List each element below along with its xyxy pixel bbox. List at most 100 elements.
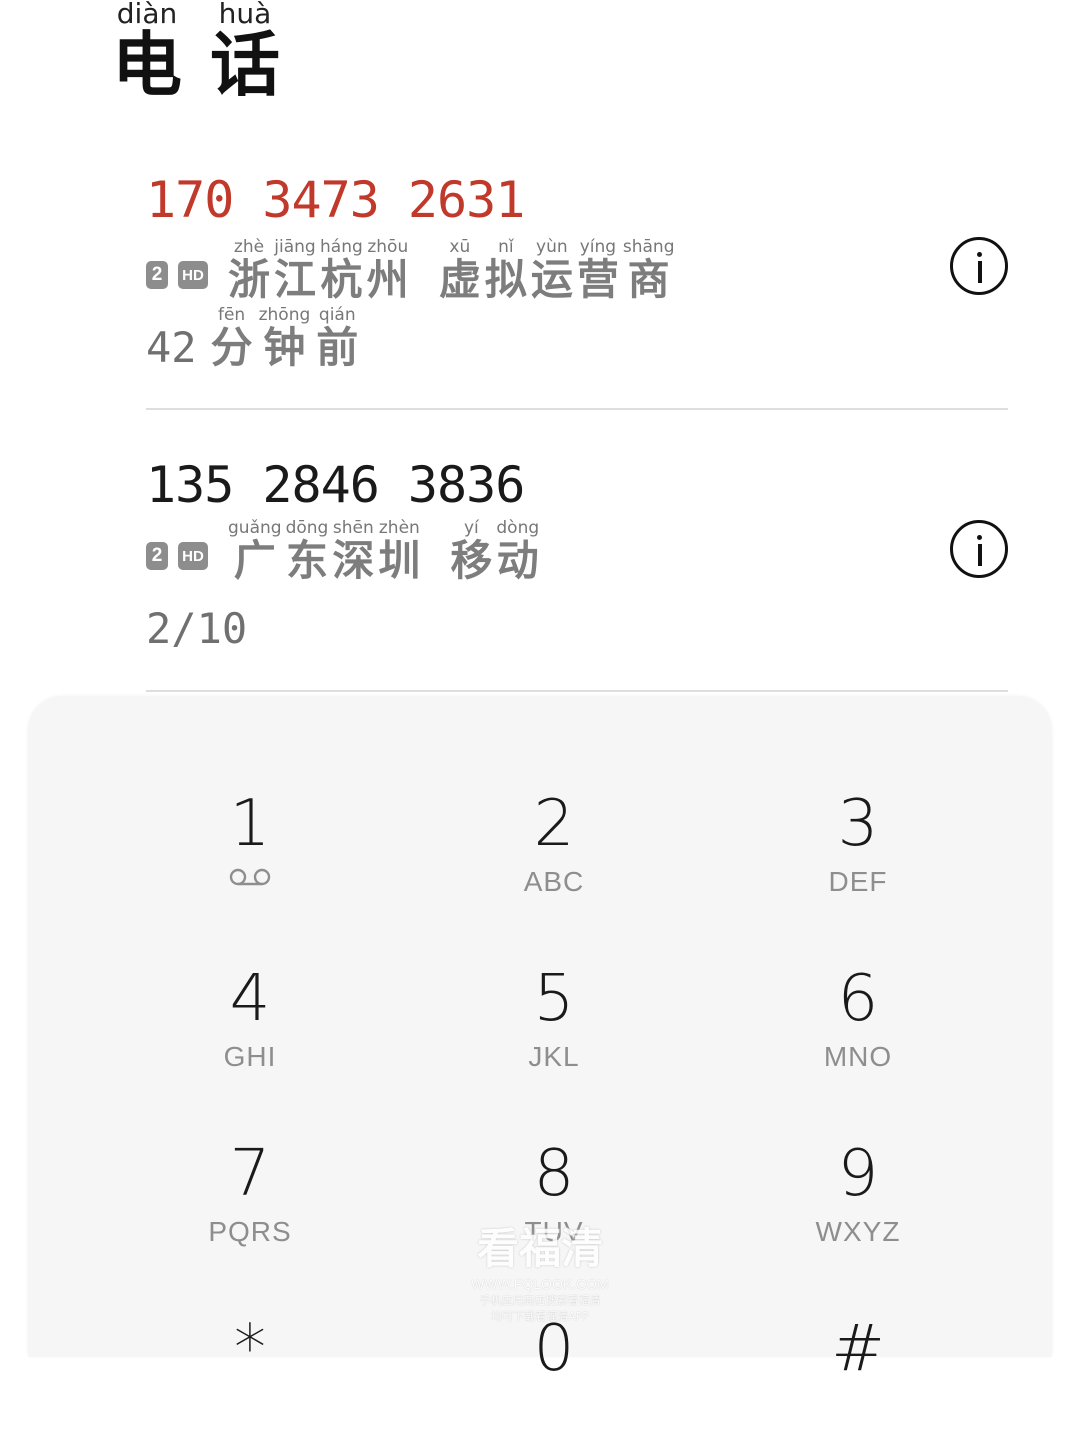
pinyin: shāng [622, 237, 675, 257]
ruby-char: dōng 东 [286, 520, 329, 582]
key-digit: 6 [837, 962, 879, 1036]
ruby-char: shāng 商 [623, 239, 675, 301]
info-icon[interactable] [950, 520, 1008, 578]
dialpad-key-2[interactable]: 2 ABC [404, 792, 704, 922]
sim-badges: 2 HD [146, 542, 208, 570]
key-digit: 1 [229, 787, 271, 861]
key-digit: 9 [837, 1137, 879, 1211]
voicemail-icon [229, 868, 271, 890]
hanzi: 圳 [378, 536, 421, 585]
ruby-char: zhè 浙 [228, 239, 270, 301]
hanzi: 广 [233, 536, 276, 585]
caller-location: zhè 浙 jiāng 江 háng 杭 zhōu 州 xū 虚 nǐ 拟 yùn 运 yíng 营 shāng… [228, 239, 675, 301]
call-log-item[interactable]: 135 2846 3836 2 HD guǎng 广 dōng 东 shēn 深 zhèn 圳… [146, 460, 1008, 650]
pinyin: yí [463, 518, 479, 538]
info-icon[interactable] [950, 237, 1008, 295]
key-letters: ABC [523, 866, 585, 897]
hanzi: 动 [496, 536, 539, 585]
pinyin: xū [449, 237, 471, 257]
sim-badges: 2 HD [146, 261, 208, 289]
hanzi: 杭 [320, 255, 363, 304]
hanzi: 分 [210, 323, 253, 372]
ruby-char: xū 虚 [439, 239, 481, 301]
hanzi: 运 [530, 255, 573, 304]
ruby-char: háng 杭 [320, 239, 363, 301]
hanzi: 钟 [263, 323, 306, 372]
title-char: huà 话 [210, 0, 280, 100]
hanzi: 电 [112, 23, 182, 106]
title-char: diàn 电 [112, 0, 182, 100]
key-letters: DEF [828, 866, 888, 897]
pinyin: fēn [217, 305, 246, 325]
sim-card-icon: 2 [146, 261, 168, 289]
dialpad-key-0[interactable]: 0 [404, 1317, 704, 1447]
hd-call-icon: HD [178, 542, 208, 570]
pinyin: yíng [579, 237, 617, 257]
ruby-char: yí 移 [450, 520, 492, 582]
ruby-char: nǐ 拟 [485, 239, 527, 301]
key-letters: GHI [223, 1041, 277, 1072]
ruby-char: zhōng 钟 [259, 307, 311, 369]
key-digit: 2 [533, 787, 575, 861]
caller-location: guǎng 广 dōng 东 shēn 深 zhèn 圳 yí 移 dòng 动 [228, 520, 539, 582]
hanzi: 州 [366, 255, 409, 304]
pinyin: qián [318, 305, 356, 325]
key-letters: WXYZ [815, 1216, 901, 1247]
dialpad-key-hash[interactable]: # [708, 1317, 1008, 1447]
hanzi: 虚 [438, 255, 481, 304]
pinyin: yùn [536, 237, 568, 257]
key-letters: MNO [823, 1041, 893, 1072]
dialpad: 1 2 ABC 3 DEF 4 GHI 5 JKL 6 MNO 7 PQRS 8 TUV 9 WXYZ * 0 # [28, 697, 1052, 1381]
hanzi: 移 [450, 536, 493, 585]
pinyin: dòng [496, 518, 540, 538]
ruby-char: jiāng 江 [274, 239, 316, 301]
sim-card-icon: 2 [146, 542, 168, 570]
pinyin: zhōng [258, 305, 311, 325]
call-time: 42 fēn 分 zhōng 钟 qián 前 [146, 307, 1008, 369]
call-log-item[interactable]: 170 3473 2631 2 HD zhè 浙 jiāng 江 háng 杭 zhōu 州 x… [146, 175, 1008, 369]
hanzi: 浙 [228, 255, 271, 304]
hanzi: 拟 [484, 255, 527, 304]
ruby-char: zhèn 圳 [378, 520, 420, 582]
dialpad-key-9[interactable]: 9 WXYZ [708, 1142, 1008, 1272]
dialpad-key-4[interactable]: 4 GHI [100, 967, 400, 1097]
hanzi: 江 [274, 255, 317, 304]
key-letters: TUV [524, 1216, 584, 1247]
call-time-words: fēn 分 zhōng 钟 qián 前 [211, 307, 359, 369]
call-time-value: 2/10 [146, 604, 248, 653]
pinyin: zhōu [367, 237, 409, 257]
dialpad-key-1[interactable]: 1 [100, 792, 400, 922]
ruby-char: fēn 分 [211, 307, 253, 369]
key-digit: # [831, 1312, 885, 1386]
divider [146, 690, 1008, 692]
pinyin: shēn [332, 518, 374, 538]
ruby-char: guǎng 广 [228, 520, 282, 582]
key-letters: PQRS [208, 1216, 292, 1247]
divider [146, 408, 1008, 410]
dialpad-key-3[interactable]: 3 DEF [708, 792, 1008, 922]
hanzi: 营 [576, 255, 619, 304]
pinyin: nǐ [498, 237, 514, 257]
pinyin: háng [320, 237, 363, 257]
page-title: diàn 电 huà 话 [112, 0, 280, 100]
ruby-char: yùn 运 [531, 239, 573, 301]
ruby-char: qián 前 [316, 307, 358, 369]
pinyin: jiāng [274, 237, 316, 257]
key-letters: JKL [528, 1041, 580, 1072]
pinyin: dōng [285, 518, 329, 538]
pinyin: zhèn [378, 518, 420, 538]
dialpad-key-5[interactable]: 5 JKL [404, 967, 704, 1097]
ruby-char: dòng 动 [496, 520, 539, 582]
dialpad-key-7[interactable]: 7 PQRS [100, 1142, 400, 1272]
ruby-char: zhōu 州 [367, 239, 409, 301]
phone-number: 135 2846 3836 [146, 456, 525, 514]
key-digit: 5 [533, 962, 575, 1036]
pinyin: zhè [233, 237, 265, 257]
call-time-value: 42 [146, 323, 197, 372]
dialpad-key-star[interactable]: * [100, 1317, 400, 1447]
dialpad-key-6[interactable]: 6 MNO [708, 967, 1008, 1097]
ruby-char: shēn 深 [332, 520, 374, 582]
dialpad-key-8[interactable]: 8 TUV [404, 1142, 704, 1272]
key-digit: * [234, 1312, 266, 1386]
hanzi: 东 [285, 536, 328, 585]
